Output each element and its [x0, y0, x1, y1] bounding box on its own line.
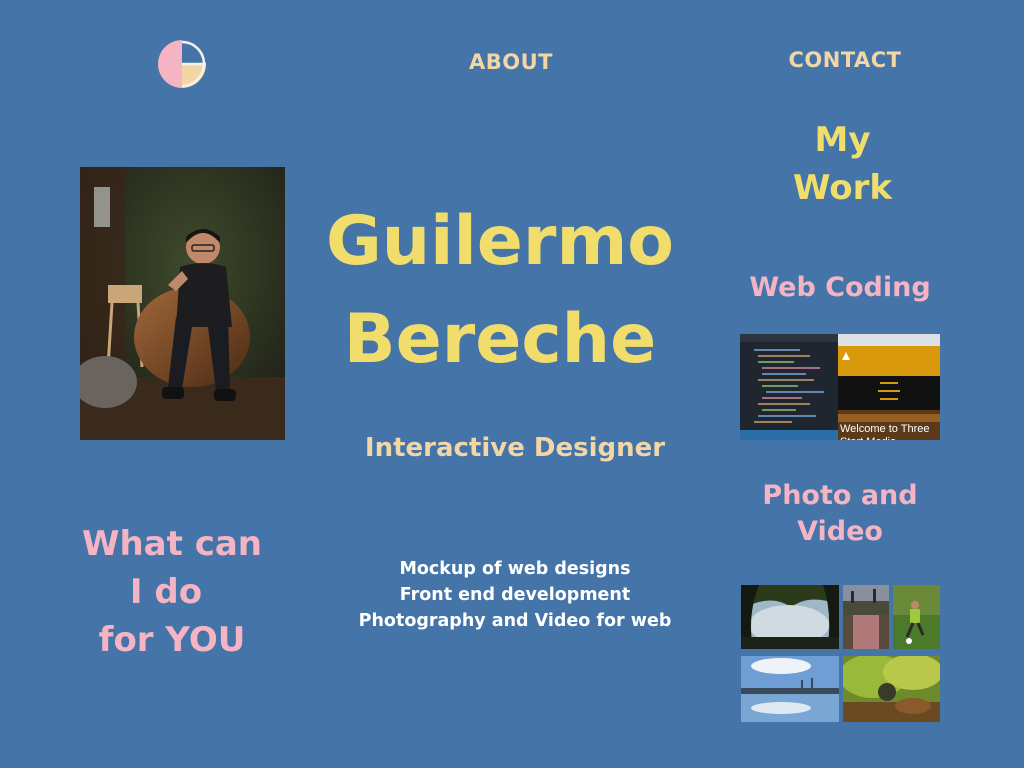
photo-thumbnail[interactable]: [843, 585, 889, 649]
photo-thumbnail[interactable]: [741, 585, 839, 649]
service-item: Front end development: [399, 585, 631, 605]
web-coding-thumbnail[interactable]: Welcome to Three Start Media: [740, 334, 940, 440]
hero-last-name: Bereche: [343, 300, 657, 379]
my-work-heading: My Work: [760, 116, 925, 212]
cta-line-3: for YOU: [98, 620, 246, 660]
my-work-line-2: Work: [792, 168, 893, 208]
photo-video-line-2: Video: [797, 516, 883, 547]
service-item: Mockup of web designs: [399, 559, 631, 579]
photo-thumbnail[interactable]: [843, 656, 940, 722]
logo-icon[interactable]: [156, 38, 210, 90]
hero-subtitle: Interactive Designer: [364, 433, 666, 463]
web-coding-link[interactable]: Web Coding: [735, 272, 945, 303]
web-thumb-caption: Welcome to Three Start Media: [840, 423, 930, 440]
cta-line-1: What can: [81, 524, 263, 564]
service-item: Photography and Video for web: [358, 611, 672, 631]
photo-thumbnail[interactable]: [741, 656, 839, 722]
cta-line-2: I do: [129, 572, 203, 612]
nav-about-link[interactable]: ABOUT: [450, 50, 572, 74]
my-work-line-1: My: [814, 120, 871, 160]
photo-and-video-link[interactable]: Photo and Video: [745, 478, 935, 550]
photo-video-line-1: Photo and: [762, 480, 918, 511]
hero-first-name: Guilermo: [325, 202, 675, 281]
portrait-photo: [80, 167, 285, 440]
cta-heading: What can I do for YOU: [62, 520, 282, 664]
nav-contact-link[interactable]: CONTACT: [760, 48, 930, 72]
photo-thumbnail[interactable]: [893, 585, 940, 649]
services-list: Mockup of web designs Front end developm…: [320, 556, 710, 634]
